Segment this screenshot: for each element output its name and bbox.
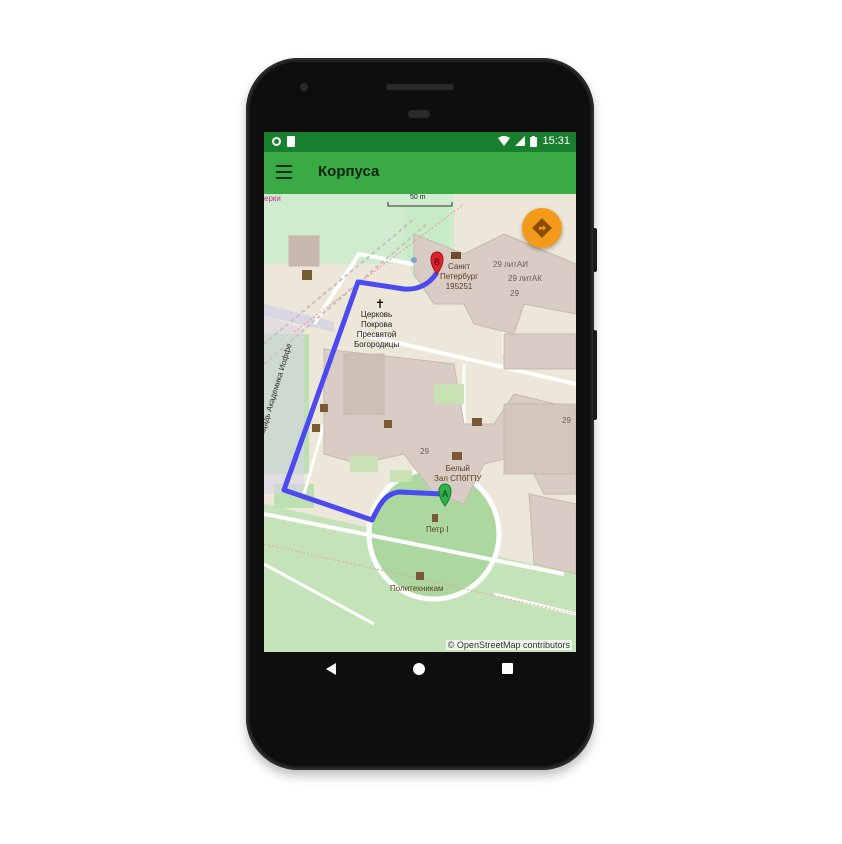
- hamburger-icon[interactable]: [276, 165, 292, 179]
- label-church: Церковь Покрова Пресвятой Богородицы: [354, 310, 400, 349]
- monument-icon: [384, 420, 392, 428]
- church-icon: ✝: [375, 297, 385, 311]
- directions-fab[interactable]: [522, 208, 562, 248]
- label-29-right: 29: [562, 416, 571, 425]
- label-peter: Петр I: [426, 525, 449, 534]
- map-attribution[interactable]: © OpenStreetMap contributors: [445, 640, 572, 650]
- monument-icon: [302, 270, 312, 280]
- battery-icon: [530, 135, 538, 147]
- memorial-icon: [416, 572, 424, 580]
- statue-icon: [432, 514, 438, 522]
- fountain-icon: [411, 257, 417, 263]
- home-circle-icon[interactable]: [413, 663, 425, 675]
- status-time: 15:31: [542, 135, 570, 147]
- label-post-office: Санкт Петербург 195251: [440, 262, 479, 291]
- marker-start-label: A: [442, 489, 448, 499]
- status-bar: 15:31: [264, 132, 576, 152]
- recents-square-icon[interactable]: [502, 663, 513, 674]
- front-camera: [300, 83, 308, 91]
- mail-icon: [451, 252, 461, 259]
- monument-icon: [320, 404, 328, 412]
- volume-button: [593, 330, 597, 420]
- label-29-center: 29: [420, 447, 429, 456]
- page-title: Корпуса: [318, 163, 380, 180]
- wifi-icon: [498, 136, 511, 146]
- label-polytech: Политехникам: [390, 584, 444, 593]
- library-icon: [472, 418, 482, 426]
- label-29-top: 29: [510, 289, 519, 298]
- map-view[interactable]: A B ✝ 50 m ерки Санкт Петербург 195251 2…: [264, 194, 576, 652]
- scale-label: 50 m: [410, 194, 426, 201]
- signal-icon: [515, 136, 526, 146]
- label-29-litai: 29 литАИ: [493, 260, 529, 269]
- sim-icon: [287, 136, 295, 147]
- screen: 15:31 Корпуса A B ✝ 50 m ерки Санкт Пете…: [264, 132, 576, 652]
- map-label-cutoff: ерки: [264, 194, 281, 203]
- android-nav-bar: [264, 652, 576, 688]
- earpiece: [408, 110, 430, 118]
- label-29-litak: 29 литАК: [508, 274, 542, 283]
- monument-icon: [312, 424, 320, 432]
- top-speaker: [386, 84, 454, 90]
- record-icon: [272, 137, 281, 146]
- directions-icon: [532, 218, 552, 238]
- label-white-hall: Белый Зал СПбГПУ: [434, 464, 482, 483]
- power-button: [593, 228, 597, 272]
- app-bar: Корпуса: [264, 152, 576, 194]
- back-triangle-icon[interactable]: [326, 663, 336, 675]
- theatre-icon: [452, 452, 462, 460]
